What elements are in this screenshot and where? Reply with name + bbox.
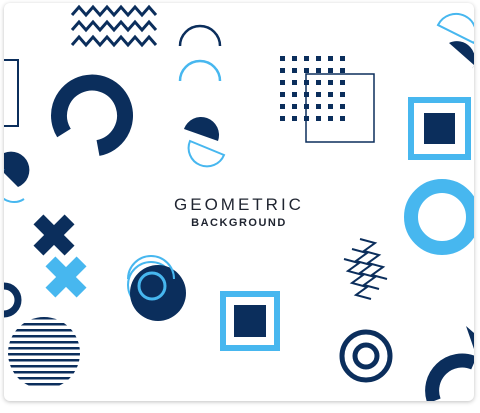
striped-circle-shape [8, 317, 80, 386]
subtitle-text: BACKGROUND [191, 217, 287, 229]
left-frame-shape [4, 59, 19, 127]
square-in-square-bottom-shape [220, 291, 280, 351]
square-in-square-shape [408, 97, 471, 160]
half-circle-pair-shape [184, 116, 226, 168]
arc-ring-shape [51, 74, 133, 156]
dot-grid-shape [280, 56, 345, 121]
edge-arc-shape [4, 282, 22, 318]
concentric-circles-shape [127, 255, 186, 321]
arc-bottom-right-shape [425, 353, 474, 401]
geometric-background-card: GEOMETRIC BACKGROUND [4, 3, 474, 401]
target-rings-shape [339, 329, 393, 383]
zigzag-diagonal-shape [343, 238, 388, 300]
arch-pair-shape [178, 24, 222, 82]
half-circles-top-right-shape [436, 12, 474, 69]
title-text: GEOMETRIC [174, 195, 304, 214]
zigzag-lines-shape [70, 4, 158, 48]
sky-wedge-shape [466, 326, 474, 349]
